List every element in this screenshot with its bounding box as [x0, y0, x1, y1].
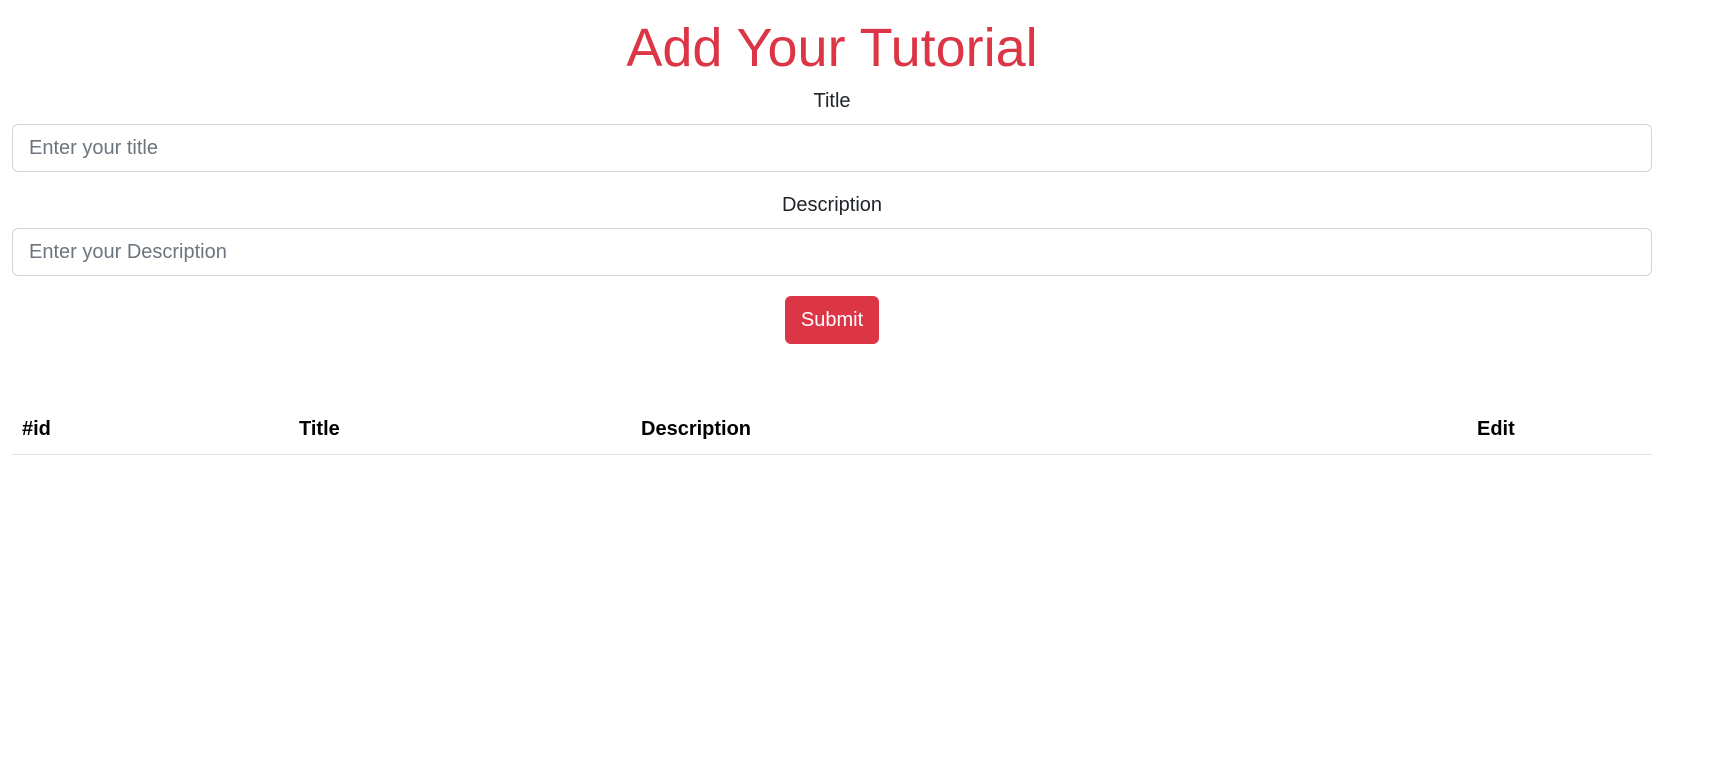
column-header-title: Title: [289, 404, 631, 455]
title-label: Title: [813, 90, 851, 112]
column-header-edit: Edit: [1467, 404, 1652, 455]
main-container: Add Your Tutorial Title Description Subm…: [12, 0, 1652, 455]
title-input[interactable]: [12, 124, 1652, 172]
tutorials-table: #id Title Description Edit: [12, 404, 1652, 455]
column-header-id: #id: [12, 404, 289, 455]
submit-row: Submit: [12, 296, 1652, 344]
column-header-description: Description: [631, 404, 1467, 455]
submit-button[interactable]: Submit: [784, 296, 880, 344]
page-title: Add Your Tutorial: [626, 18, 1038, 78]
table-header: #id Title Description Edit: [12, 404, 1652, 455]
description-label: Description: [781, 194, 883, 216]
tutorial-form: Title Description Submit: [12, 87, 1652, 344]
table-header-row: #id Title Description Edit: [12, 404, 1652, 455]
description-input[interactable]: [12, 228, 1652, 276]
page: Add Your Tutorial Title Description Subm…: [0, 0, 1720, 760]
